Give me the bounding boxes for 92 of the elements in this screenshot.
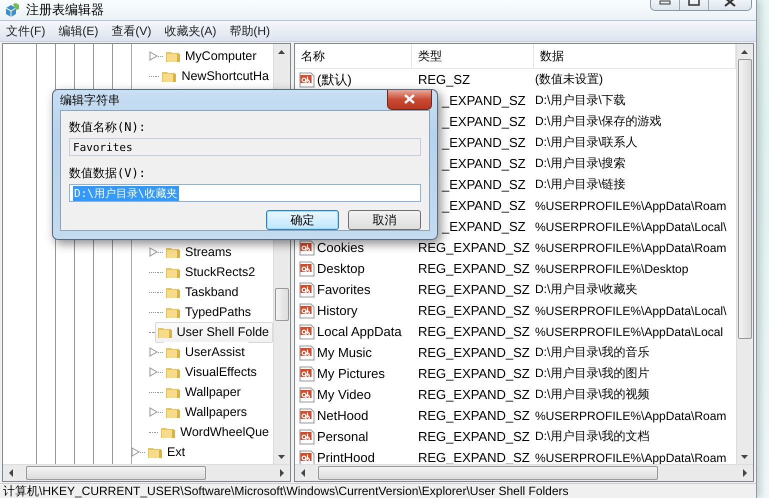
value-name-field[interactable]: Favorites bbox=[69, 138, 421, 156]
value-name: My Video bbox=[317, 387, 371, 402]
string-value-icon bbox=[299, 324, 315, 340]
menu-item[interactable]: 帮助(H) bbox=[223, 22, 277, 40]
value-type: REG_EXPAND_SZ bbox=[417, 261, 531, 276]
value-type: REG_EXPAND_SZ bbox=[417, 408, 531, 423]
value-data: %USERPROFILE%\AppData\Local\ bbox=[534, 220, 728, 234]
value-type: REG_SZ bbox=[417, 72, 472, 87]
value-data: D:\用户目录\我的音乐 bbox=[534, 344, 651, 361]
string-value-icon bbox=[299, 260, 315, 276]
string-value-icon bbox=[299, 344, 315, 360]
column-header[interactable]: 名称 bbox=[295, 44, 412, 68]
value-type: REG_EXPAND_SZ bbox=[417, 345, 531, 360]
value-data: %USERPROFILE%\AppData\Roam bbox=[534, 198, 728, 212]
horizontal-scrollbar[interactable] bbox=[3, 464, 290, 481]
expand-arrow-icon[interactable] bbox=[149, 347, 158, 357]
value-data: D:\用户目录\我的文档 bbox=[534, 428, 651, 445]
close-button[interactable] bbox=[387, 90, 432, 110]
value-data: %USERPROFILE%\AppData\Roam bbox=[534, 450, 728, 464]
value-data: D:\用户目录\下载 bbox=[534, 92, 627, 109]
value-data: %USERPROFILE%\AppData\Roam bbox=[534, 240, 728, 254]
expand-arrow-icon[interactable] bbox=[149, 247, 158, 257]
vertical-scrollbar[interactable] bbox=[736, 44, 753, 464]
scroll-thumb[interactable] bbox=[275, 288, 289, 321]
expand-arrow-icon[interactable] bbox=[149, 51, 158, 61]
menu-item[interactable]: 文件(F) bbox=[0, 22, 52, 40]
horizontal-scrollbar[interactable] bbox=[295, 464, 753, 481]
string-value-icon bbox=[299, 450, 315, 464]
string-value-icon bbox=[299, 408, 315, 424]
scroll-thumb[interactable] bbox=[318, 466, 658, 480]
value-data: %USERPROFILE%\Desktop bbox=[534, 262, 690, 276]
menu-item[interactable]: 编辑(E) bbox=[52, 22, 106, 40]
string-value-icon bbox=[299, 386, 315, 402]
dialog-button[interactable]: 取消 bbox=[348, 210, 421, 230]
value-type: REG_EXPAND_SZ bbox=[417, 324, 531, 339]
value-data: D:\用户目录\联系人 bbox=[534, 134, 639, 151]
value-type: REG_EXPAND_SZ bbox=[417, 366, 531, 381]
value-type: _EXPAND_SZ bbox=[440, 156, 527, 171]
value-type: REG_EXPAND_SZ bbox=[417, 303, 531, 318]
status-bar: 计算机\HKEY_CURRENT_USER\Software\Microsoft\Windows\CurrentVersion\Explorer\User Shell Folders bbox=[0, 483, 756, 498]
value-type: _EXPAND_SZ bbox=[440, 177, 527, 192]
dialog-button[interactable]: 确定 bbox=[266, 210, 339, 230]
value-data: D:\用户目录\收藏夹 bbox=[534, 281, 639, 298]
string-value-icon bbox=[299, 240, 315, 256]
menu-item[interactable]: 查看(V) bbox=[105, 22, 158, 40]
field-label: 数值名称(N): bbox=[69, 119, 147, 135]
string-value-icon bbox=[299, 72, 315, 88]
value-name: Local AppData bbox=[317, 324, 402, 339]
string-value-icon bbox=[299, 428, 315, 444]
value-name: Personal bbox=[317, 429, 368, 444]
value-data: D:\用户目录\链接 bbox=[534, 176, 627, 193]
value-name: Desktop bbox=[317, 261, 365, 276]
scroll-thumb[interactable] bbox=[26, 466, 206, 480]
value-type: _EXPAND_SZ bbox=[440, 93, 527, 108]
value-type: REG_EXPAND_SZ bbox=[417, 387, 531, 402]
string-value-icon bbox=[299, 282, 315, 298]
field-label: 数值数据(V): bbox=[69, 165, 147, 181]
value-type: _EXPAND_SZ bbox=[440, 135, 527, 150]
expand-arrow-icon[interactable] bbox=[149, 367, 158, 377]
value-name: (默认) bbox=[317, 70, 352, 88]
value-data: %USERPROFILE%\AppData\Roam bbox=[534, 408, 728, 422]
value-name: My Pictures bbox=[317, 366, 385, 381]
value-data: D:\用户目录\我的视频 bbox=[534, 386, 651, 403]
value-type: REG_EXPAND_SZ bbox=[417, 429, 531, 444]
column-header[interactable]: 类型 bbox=[412, 44, 534, 68]
value-type: _EXPAND_SZ bbox=[440, 198, 527, 213]
value-data: D:\用户目录\保存的游戏 bbox=[534, 113, 663, 130]
expand-arrow-icon[interactable] bbox=[131, 447, 140, 457]
scroll-thumb[interactable] bbox=[738, 59, 752, 339]
value-name: My Music bbox=[317, 345, 372, 360]
value-data: D:\用户目录\我的图片 bbox=[534, 365, 651, 382]
window-title: 注册表编辑器 bbox=[26, 1, 104, 19]
value-data: %USERPROFILE%\AppData\Local bbox=[534, 324, 724, 338]
value-type: _EXPAND_SZ bbox=[440, 114, 527, 129]
tree-item[interactable]: User Shell Folde bbox=[154, 322, 273, 342]
value-data: %USERPROFILE%\AppData\Local\ bbox=[534, 304, 728, 318]
menu-item[interactable]: 收藏夹(A) bbox=[158, 22, 224, 40]
string-value-icon bbox=[299, 366, 315, 382]
value-data: (数值未设置) bbox=[534, 71, 604, 88]
value-type: REG_EXPAND_SZ bbox=[417, 240, 531, 255]
value-type: REG_EXPAND_SZ bbox=[417, 282, 531, 297]
dialog-title: 编辑字符串 bbox=[60, 92, 120, 108]
value-data: D:\用户目录\搜索 bbox=[534, 155, 627, 172]
registry-cubes-icon bbox=[4, 2, 20, 18]
value-name: History bbox=[317, 303, 358, 318]
value-type: _EXPAND_SZ bbox=[440, 219, 527, 234]
string-value-icon bbox=[299, 302, 315, 318]
value-name: NetHood bbox=[317, 408, 368, 423]
value-name: Cookies bbox=[317, 240, 364, 255]
value-name: PrintHood bbox=[317, 450, 375, 464]
expand-arrow-icon[interactable] bbox=[149, 407, 158, 417]
value-name: Favorites bbox=[317, 282, 370, 297]
